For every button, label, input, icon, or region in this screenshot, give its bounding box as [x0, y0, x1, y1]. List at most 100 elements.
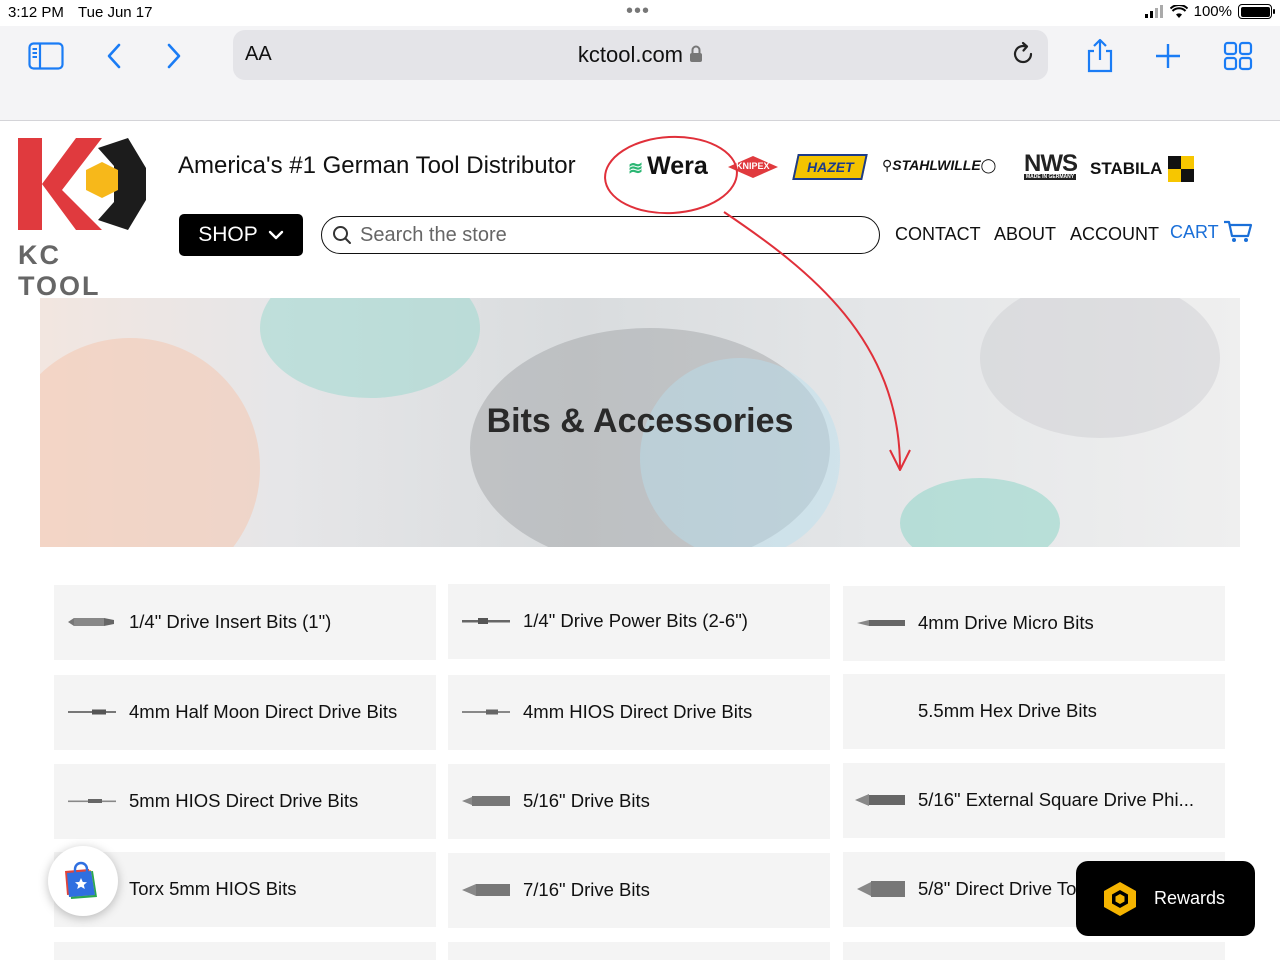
shop-button[interactable]: SHOP [179, 214, 303, 256]
brand-hazet-label: HAZET [806, 159, 854, 175]
tabs-overview-button[interactable] [1216, 36, 1260, 76]
direct-drive-bit-icon [857, 881, 905, 897]
new-tab-icon [1156, 44, 1180, 68]
multitasking-dots[interactable]: ••• [626, 0, 650, 23]
page-title: Bits & Accessories [486, 402, 794, 440]
category-tile[interactable] [54, 942, 436, 960]
share-button[interactable] [1078, 36, 1122, 76]
insert-bit-icon [68, 618, 114, 626]
chevron-down-icon [268, 230, 283, 240]
address-bar[interactable]: AA kctool.com [233, 30, 1048, 80]
brand-wera[interactable]: ≋ Wera [628, 152, 708, 181]
cart-label: CART [1170, 221, 1219, 242]
wrench-icon: ⚲ [882, 157, 893, 173]
category-label: Torx 5mm HIOS Bits [129, 878, 297, 899]
battery-percent: 100% [1193, 3, 1232, 20]
category-label: 7/16" Drive Bits [523, 879, 650, 900]
search-input[interactable] [360, 223, 840, 247]
browser-toolbar: AA kctool.com [0, 26, 1280, 121]
brand-nws-subtitle: MADE IN GERMANY [1024, 174, 1077, 180]
category-tile[interactable] [843, 942, 1225, 960]
category-tile[interactable]: 1/4" Drive Power Bits (2-6") [448, 584, 830, 659]
kc-tool-logo[interactable]: KC TOOL [18, 138, 150, 301]
hex-5-16-bit-icon [462, 796, 510, 806]
category-tile[interactable]: 5.5mm Hex Drive Bits [843, 674, 1225, 749]
category-tile[interactable]: 7/16" Drive Bits [448, 853, 830, 928]
category-label: 5.5mm Hex Drive Bits [918, 700, 1097, 721]
category-tile[interactable]: 4mm HIOS Direct Drive Bits [448, 675, 830, 750]
brand-hazet[interactable]: HAZET [792, 154, 868, 180]
cellular-signal-icon [1144, 4, 1163, 18]
back-button[interactable] [92, 36, 136, 76]
nav-account[interactable]: ACCOUNT [1070, 224, 1159, 245]
category-label: 5/16" Drive Bits [523, 790, 650, 811]
logo-text: KC TOOL [18, 240, 101, 301]
category-tile[interactable]: 5/16" Drive Bits [448, 764, 830, 839]
nav-about[interactable]: ABOUT [994, 224, 1056, 245]
brand-knipex-label: KNIPEX [736, 161, 770, 171]
category-tile[interactable]: 4mm Half Moon Direct Drive Bits [54, 675, 436, 750]
hero-bg-shape [900, 478, 1060, 547]
forward-icon [167, 43, 181, 69]
shop-label: SHOP [198, 223, 258, 246]
new-tab-button[interactable] [1146, 36, 1190, 76]
rewards-button[interactable]: Rewards [1076, 861, 1255, 936]
hero-bg-shape [40, 338, 260, 547]
wera-mark-icon: ≋ [628, 158, 644, 178]
back-icon [107, 43, 121, 69]
category-label: 1/4" Drive Insert Bits (1") [129, 611, 332, 632]
cart-icon [1223, 220, 1252, 242]
brand-stabila-label: STABILA [1090, 159, 1163, 178]
status-date: Tue Jun 17 [78, 4, 153, 21]
category-tile[interactable]: 5/16" External Square Drive Phi... [843, 763, 1225, 838]
brand-nws[interactable]: NWS MADE IN GERMANY [1024, 150, 1080, 182]
shopping-bag-icon [65, 861, 97, 899]
hero-banner: Bits & Accessories [40, 298, 1240, 547]
category-tile[interactable]: 1/4" Drive Insert Bits (1") [54, 585, 436, 660]
wifi-icon [1169, 4, 1188, 18]
rewards-label: Rewards [1154, 888, 1226, 908]
power-bit-icon [462, 618, 510, 624]
stabila-checker-icon [1168, 156, 1195, 182]
half-moon-bit-icon [68, 709, 116, 715]
brand-stahlwille-label: STAHLWILLE [892, 157, 981, 173]
category-label: 1/4" Drive Power Bits (2-6") [523, 610, 748, 631]
nav-contact[interactable]: CONTACT [895, 224, 981, 245]
url-text: kctool.com [577, 42, 684, 67]
circle-icon: ◯ [980, 157, 997, 173]
category-tile[interactable]: 4mm Drive Micro Bits [843, 586, 1225, 661]
brand-knipex[interactable]: KNIPEX [728, 155, 778, 179]
rewards-icon [1104, 881, 1136, 916]
nav-cart[interactable]: CART [1170, 220, 1253, 244]
category-tile[interactable] [448, 942, 830, 960]
shop-app-button[interactable] [48, 846, 118, 916]
hios-bit-icon [462, 709, 510, 715]
search-bar[interactable] [321, 216, 880, 254]
phillips-bit-icon [855, 794, 905, 806]
category-label: 4mm HIOS Direct Drive Bits [523, 701, 753, 722]
hero-bg-shape [640, 358, 840, 547]
battery-fill [1240, 6, 1270, 17]
micro-bit-icon [857, 620, 905, 626]
category-label: 5/16" External Square Drive Phi... [918, 789, 1194, 810]
sidebar-icon [28, 42, 64, 70]
category-label: 5mm HIOS Direct Drive Bits [129, 790, 359, 811]
tabs-icon [1223, 41, 1253, 71]
sidebar-button[interactable] [24, 36, 68, 76]
category-label: 4mm Drive Micro Bits [918, 612, 1094, 633]
hero-bg-shape [260, 298, 480, 398]
status-right: 100% [1144, 3, 1275, 20]
brand-stahlwille[interactable]: ⚲STAHLWILLE◯ [882, 157, 996, 174]
tagline: America's #1 German Tool Distributor [178, 152, 576, 179]
hex-7-16-bit-icon [462, 884, 510, 896]
brand-stabila[interactable]: STABILA [1090, 156, 1195, 182]
category-tile[interactable]: 5mm HIOS Direct Drive Bits [54, 764, 436, 839]
address-url[interactable]: kctool.com [233, 42, 1048, 68]
search-icon [333, 226, 351, 244]
hios-5mm-bit-icon [68, 799, 116, 803]
status-bar: 3:12 PM Tue Jun 17 ••• 100% [0, 0, 1280, 26]
reload-icon[interactable] [1010, 41, 1036, 67]
forward-button[interactable] [152, 36, 196, 76]
category-label: 5/8" Direct Drive To [918, 878, 1077, 899]
status-time: 3:12 PM [8, 4, 64, 21]
